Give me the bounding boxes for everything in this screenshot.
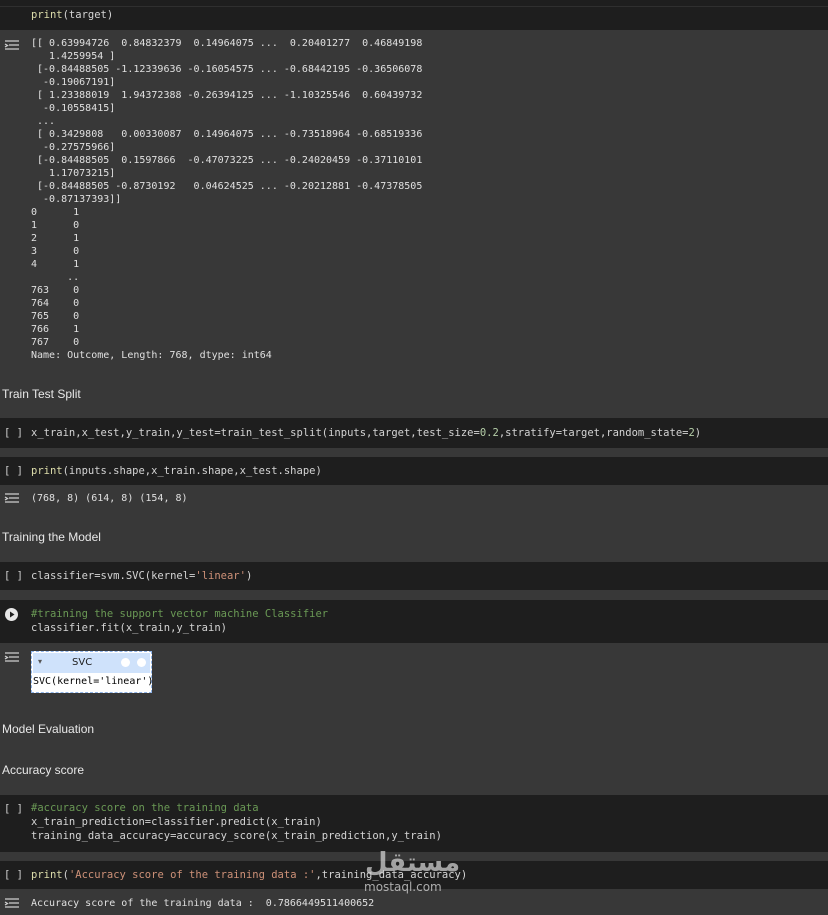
run-cell-button-icon[interactable]	[5, 608, 18, 621]
code-line: x_train,x_test,y_train,y_test=train_test…	[31, 427, 702, 439]
target-output-line: 767 0	[31, 337, 80, 348]
accuracy-output: Accuracy score of the training data : 0.…	[31, 898, 375, 909]
code-cell-print-shape[interactable]: [ ] print(inputs.shape,x_train.shape,x_t…	[0, 457, 828, 485]
code-line: print(target)	[31, 9, 114, 21]
target-output-line: [-0.84488505 -1.12339636 -0.16054575 ...…	[31, 64, 423, 75]
target-output-line: [ 0.3429808 0.00330087 0.14964075 ... -0…	[31, 129, 423, 140]
code-cell-svc-classifier[interactable]: [ ] classifier=svm.SVC(kernel='linear')	[0, 562, 828, 590]
target-output-line: 3 0	[31, 246, 80, 257]
target-output-line: 765 0	[31, 311, 80, 322]
run-indicator[interactable]: [ ]	[4, 570, 23, 582]
target-output-line: [-0.84488505 -0.8730192 0.04624525 ... -…	[31, 181, 423, 192]
expand-arrow-icon[interactable]: ▾	[38, 657, 42, 666]
code-comment: #accuracy score on the training data	[31, 802, 259, 814]
watermark-url: mostaql.com	[364, 880, 442, 894]
target-output-line: 1.17073215]	[31, 168, 116, 179]
output-toggle-icon[interactable]	[4, 39, 20, 51]
svc-widget-header[interactable]: ▾ SVC	[33, 653, 150, 673]
code-line: print(inputs.shape,x_train.shape,x_test.…	[31, 465, 322, 477]
run-indicator[interactable]: [ ]	[4, 869, 23, 881]
target-output-line: 766 1	[31, 324, 80, 335]
code-comment: #training the support vector machine Cla…	[31, 608, 329, 620]
code-line: classifier=svm.SVC(kernel='linear')	[31, 570, 253, 582]
target-output-line: [ 1.23388019 1.94372388 -0.26394125 ... …	[31, 90, 423, 101]
target-output-line: 1.4259954 ]	[31, 51, 116, 62]
target-output-line: Name: Outcome, Length: 768, dtype: int64	[31, 350, 272, 361]
output-toggle-icon[interactable]	[4, 492, 20, 504]
markdown-heading-training-model: Training the Model	[2, 530, 101, 544]
target-output-line: ..	[31, 272, 80, 283]
code-line: x_train_prediction=classifier.predict(x_…	[31, 816, 322, 828]
output-toggle-icon[interactable]	[4, 651, 20, 663]
code-cell-train-test-split[interactable]: [ ] x_train,x_test,y_train,y_test=train_…	[0, 418, 828, 448]
target-output-line: [-0.84488505 0.1597866 -0.47073225 ... -…	[31, 155, 423, 166]
target-output-line: -0.87137393]]	[31, 194, 122, 205]
target-output-line: -0.10558415]	[31, 103, 116, 114]
cell-output-target: [[ 0.63994726 0.84832379 0.14964075 ... …	[0, 30, 828, 368]
target-output-line: [[ 0.63994726 0.84832379 0.14964075 ... …	[31, 38, 423, 49]
code-cell-accuracy-training[interactable]: [ ] #accuracy score on the training data…	[0, 795, 828, 852]
shape-output: (768, 8) (614, 8) (154, 8)	[31, 493, 188, 504]
code-cell-print-target[interactable]: print(target)	[0, 0, 828, 30]
run-indicator[interactable]: [ ]	[4, 427, 23, 439]
target-output-line: 0 1	[31, 207, 80, 218]
svc-widget-title: SVC	[72, 657, 93, 668]
markdown-heading-model-evaluation: Model Evaluation	[2, 722, 95, 736]
target-output-line: -0.27575966]	[31, 142, 116, 153]
target-output-line: 4 1	[31, 259, 80, 270]
watermark-logo-arabic: مستقل	[365, 848, 461, 878]
output-toggle-icon[interactable]	[4, 897, 20, 909]
code-line: classifier.fit(x_train,y_train)	[31, 622, 227, 634]
markdown-heading-accuracy-score: Accuracy score	[2, 763, 85, 777]
run-indicator[interactable]: [ ]	[4, 465, 23, 477]
doc-link-icon[interactable]	[121, 658, 130, 667]
target-output-line: 764 0	[31, 298, 80, 309]
fitted-status-icon	[137, 658, 146, 667]
target-output-line: 2 1	[31, 233, 80, 244]
run-indicator[interactable]: [ ]	[4, 803, 23, 815]
svc-estimator-widget[interactable]: ▾ SVC SVC(kernel='linear')	[31, 651, 154, 693]
target-output-line: ...	[31, 116, 56, 127]
code-line: training_data_accuracy=accuracy_score(x_…	[31, 830, 442, 842]
svc-repr-text: SVC(kernel='linear')	[33, 676, 154, 687]
code-cell-fit[interactable]: #training the support vector machine Cla…	[0, 600, 828, 643]
target-output-line: -0.19067191]	[31, 77, 116, 88]
target-output-line: 763 0	[31, 285, 80, 296]
markdown-heading-train-test-split: Train Test Split	[2, 387, 81, 401]
target-output-line: 1 0	[31, 220, 80, 231]
cell-divider	[0, 6, 828, 7]
